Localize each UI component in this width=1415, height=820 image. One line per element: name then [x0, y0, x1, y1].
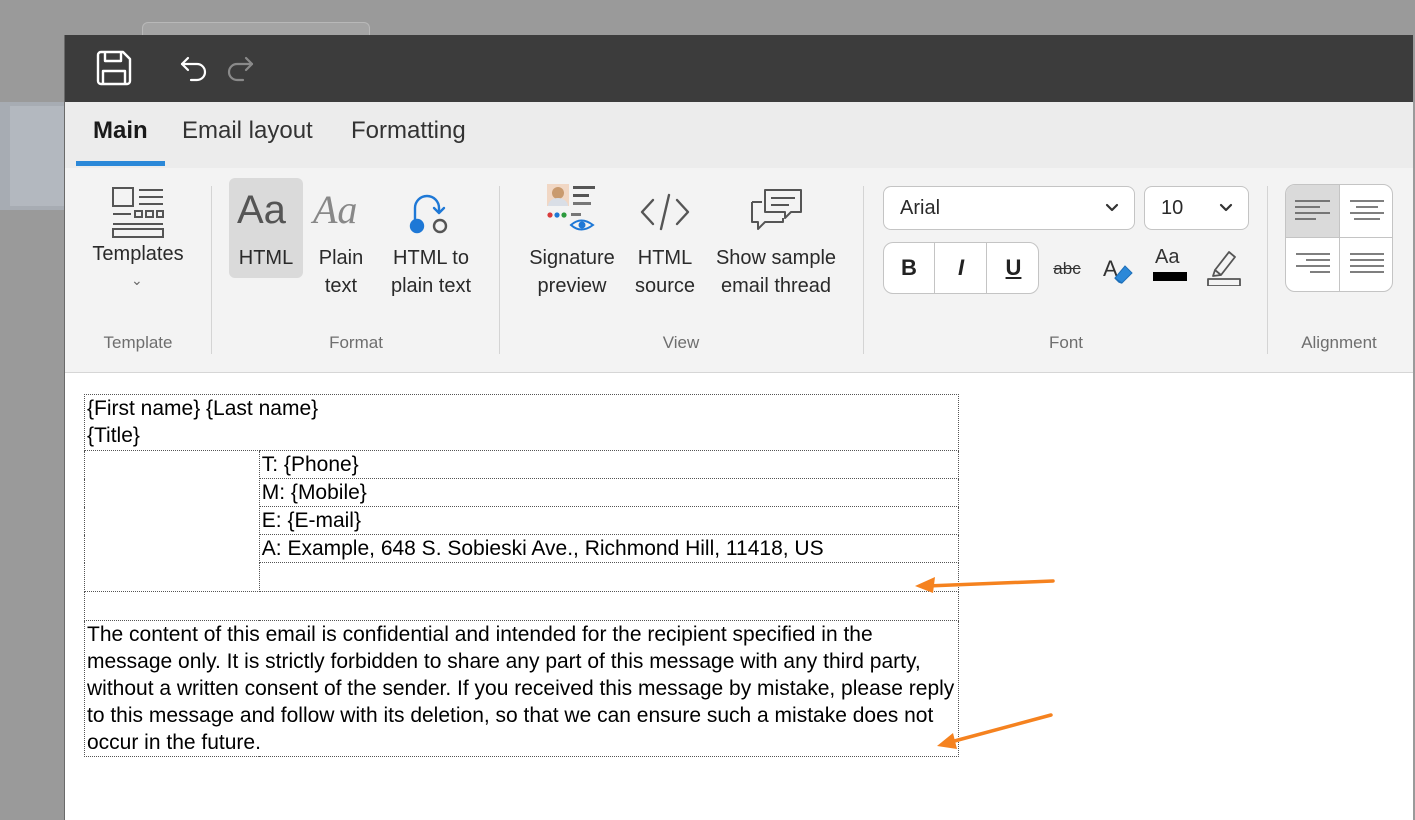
signature-preview-icon: [545, 182, 599, 244]
email-cell[interactable]: E: {E-mail}: [258, 506, 960, 535]
code-icon: [639, 192, 691, 240]
font-color-swatch: [1153, 272, 1187, 281]
view-group-label: View: [662, 333, 700, 352]
ribbon-tab-bar: Main Email layout Formatting: [65, 102, 1413, 168]
save-icon[interactable]: [95, 49, 133, 91]
align-left-button[interactable]: [1286, 185, 1340, 238]
font-size-value: 10: [1161, 197, 1184, 219]
align-justify-button[interactable]: [1340, 238, 1392, 291]
html-format-label: HTML: [238, 247, 294, 269]
title-line: {Title}: [87, 424, 140, 447]
bold-button[interactable]: B: [884, 243, 935, 293]
font-group-label: Font: [1048, 333, 1084, 352]
chat-bubbles-icon: [749, 186, 805, 242]
chevron-down-icon: ⌄: [131, 272, 143, 288]
chevron-down-icon: [1218, 187, 1234, 244]
templates-icon: [111, 186, 165, 248]
signature-table: {First name} {Last name} {Title} T: {Pho…: [84, 394, 960, 757]
undo-icon[interactable]: [179, 54, 209, 86]
disclaimer-cell[interactable]: The content of this email is confidentia…: [84, 620, 959, 757]
phone-cell[interactable]: T: {Phone}: [258, 450, 960, 479]
signature-editor-canvas[interactable]: {First name} {Last name} {Title} T: {Pho…: [65, 373, 1413, 820]
spacer-cell[interactable]: [84, 591, 959, 621]
signature-image-cell[interactable]: [84, 450, 260, 592]
underline-button[interactable]: U: [988, 243, 1038, 293]
show-sample-label-line1: Show sample: [715, 247, 837, 269]
html-to-plain-label-line1: HTML to: [393, 247, 469, 269]
group-divider: [499, 186, 500, 354]
html-to-plain-text-button[interactable]: HTML to plain text: [381, 178, 481, 298]
highlight-icon[interactable]: [1205, 246, 1243, 290]
font-size-select[interactable]: 10: [1144, 186, 1249, 230]
address-cell[interactable]: A: Example, 648 S. Sobieski Ave., Richmo…: [258, 534, 960, 563]
format-group-label: Format: [329, 333, 383, 352]
html-source-button[interactable]: HTML source: [631, 178, 699, 298]
italic-button[interactable]: I: [936, 243, 987, 293]
name-line: {First name} {Last name}: [87, 397, 319, 420]
templates-label: Templates: [92, 243, 184, 265]
group-divider: [211, 186, 212, 354]
text-style-group: B I U: [883, 242, 1039, 294]
show-sample-thread-button[interactable]: Show sample email thread: [711, 178, 841, 298]
signature-preview-button[interactable]: Signature preview: [521, 178, 623, 298]
templates-button[interactable]: Templates ⌄: [83, 182, 193, 288]
html-format-button[interactable]: Aa HTML: [229, 178, 303, 278]
empty-cell[interactable]: [258, 562, 960, 592]
active-tab-indicator: [76, 161, 165, 166]
background-panel-inner: [10, 106, 64, 206]
html-to-plain-label-line2: plain text: [390, 275, 472, 297]
plain-text-label-line1: Plain: [318, 247, 364, 269]
table-row: [84, 591, 959, 621]
name-title-cell[interactable]: {First name} {Last name} {Title}: [84, 394, 959, 451]
tab-formatting[interactable]: Formatting: [340, 116, 477, 168]
font-color-glyph: Aa: [1155, 246, 1180, 268]
plain-text-aa-icon: Aa: [313, 187, 358, 232]
align-center-button[interactable]: [1340, 185, 1392, 238]
plain-text-label-line2: text: [324, 275, 358, 297]
annotation-arrow: [915, 577, 1055, 593]
ribbon: Templates ⌄ Template Aa HTML Aa Plain te…: [65, 168, 1413, 373]
signature-preview-label-line2: preview: [537, 275, 607, 297]
show-sample-label-line2: email thread: [720, 275, 832, 297]
table-row: T: {Phone}: [84, 450, 960, 592]
html-aa-icon: Aa: [237, 188, 286, 232]
clear-formatting-icon[interactable]: A: [1101, 252, 1135, 288]
title-bar: [65, 35, 1413, 102]
convert-icon: [407, 186, 457, 244]
table-row: {First name} {Last name} {Title}: [84, 394, 959, 451]
mobile-cell[interactable]: M: {Mobile}: [258, 478, 960, 507]
table-row: The content of this email is confidentia…: [84, 620, 959, 757]
group-divider: [863, 186, 864, 354]
tab-email-layout[interactable]: Email layout: [171, 116, 324, 168]
alignment-group-label: Alignment: [1301, 333, 1377, 352]
font-color-button[interactable]: Aa: [1151, 246, 1189, 286]
align-right-button[interactable]: [1286, 238, 1340, 291]
annotation-arrow: [937, 713, 1053, 749]
group-divider: [1267, 186, 1268, 354]
font-family-value: Arial: [900, 197, 941, 219]
signature-preview-label-line1: Signature: [529, 247, 615, 269]
strikethrough-button[interactable]: abc: [1049, 254, 1085, 284]
template-group-label: Template: [103, 333, 173, 352]
alignment-grid: [1285, 184, 1393, 292]
redo-icon[interactable]: [225, 54, 255, 86]
signature-editor-window: Main Email layout Formatting Templates ⌄…: [64, 35, 1413, 820]
plain-text-button[interactable]: Aa Plain text: [307, 178, 375, 298]
chevron-down-icon: [1104, 187, 1120, 244]
font-family-select[interactable]: Arial: [883, 186, 1135, 230]
html-source-label-line2: source: [634, 275, 696, 297]
html-source-label-line1: HTML: [637, 247, 693, 269]
